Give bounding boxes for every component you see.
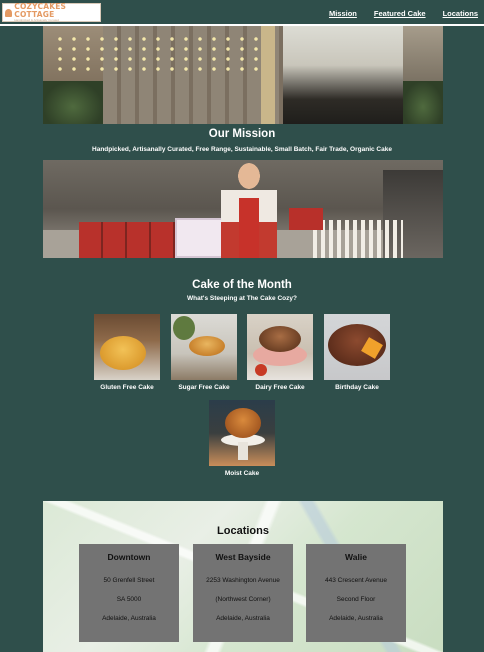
cake-card-gluten-free[interactable]: Gluten Free Cake: [94, 314, 160, 391]
location-card-west-bayside: West Bayside 2253 Washington Avenue (Nor…: [193, 544, 293, 642]
cake-card-dairy-free[interactable]: Dairy Free Cake: [247, 314, 313, 391]
location-address-line: Adelaide, Australia: [216, 615, 270, 622]
location-card-downtown: Downtown 50 Grenfell Street SA 5000 Adel…: [79, 544, 179, 642]
location-name: West Bayside: [215, 552, 271, 562]
cake-label: Birthday Cake: [335, 384, 379, 391]
mission-title: Our Mission: [208, 128, 276, 140]
location-address-line: Adelaide, Australia: [102, 615, 156, 622]
site-header: COZYCAKES COTTAGE Handpicked & Artisanal…: [0, 0, 484, 26]
cake-label: Moist Cake: [224, 470, 260, 477]
cake-photo: [171, 314, 237, 380]
storefront-photo: [43, 26, 443, 124]
main-nav: Mission Featured Cake Locations: [312, 9, 478, 18]
location-address-line: SA 5000: [116, 596, 142, 603]
locations-section: Locations Downtown 50 Grenfell Street SA…: [43, 501, 443, 652]
cake-photo: [209, 400, 275, 466]
market-stall-photo: [43, 160, 443, 258]
location-card-walie: Walie 443 Crescent Avenue Second Floor A…: [306, 544, 406, 642]
cake-logo-icon: [5, 8, 13, 17]
cake-photo: [247, 314, 313, 380]
cake-label: Dairy Free Cake: [255, 384, 305, 391]
location-name: Downtown: [107, 552, 151, 562]
location-address-line: (Northwest Corner): [215, 596, 271, 603]
cake-photo: [94, 314, 160, 380]
cake-card-birthday[interactable]: Birthday Cake: [324, 314, 390, 391]
location-address-line: 443 Crescent Avenue: [324, 577, 388, 584]
site-logo[interactable]: COZYCAKES COTTAGE Handpicked & Artisanal…: [2, 3, 101, 22]
cake-photo: [324, 314, 390, 380]
cake-card-sugar-free[interactable]: Sugar Free Cake: [171, 314, 237, 391]
nav-link-locations[interactable]: Locations: [443, 9, 478, 18]
location-address-line: Second Floor: [336, 596, 376, 603]
mission-text: Handpicked, Artisanally Curated, Free Ra…: [92, 146, 392, 153]
location-address-line: 50 Grenfell Street: [103, 577, 155, 584]
cake-label: Gluten Free Cake: [100, 384, 154, 391]
cake-label: Sugar Free Cake: [178, 384, 230, 391]
nav-link-mission[interactable]: Mission: [329, 9, 357, 18]
locations-title: Locations: [217, 525, 269, 537]
cake-of-month-subtitle: What's Steeping at The Cake Cozy?: [187, 295, 297, 302]
nav-link-featured-cake[interactable]: Featured Cake: [374, 9, 426, 18]
location-name: Walie: [345, 552, 367, 562]
logo-title: COZYCAKES COTTAGE: [14, 2, 67, 19]
cake-of-month-title: Cake of the Month: [192, 279, 292, 291]
cake-card-moist[interactable]: Moist Cake: [209, 400, 275, 477]
location-address-line: 2253 Washington Avenue: [206, 577, 280, 584]
location-address-line: Adelaide, Australia: [329, 615, 383, 622]
logo-tagline: Handpicked & Artisanally Curated: [14, 18, 59, 22]
